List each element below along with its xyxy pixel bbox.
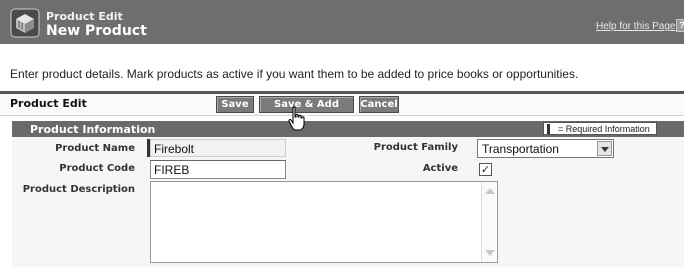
product-code-input[interactable]: FIREB — [150, 160, 286, 179]
scroll-up-icon[interactable] — [485, 188, 495, 194]
product-family-value: Transportation — [482, 142, 559, 156]
save-button[interactable]: Save — [216, 96, 254, 113]
dropdown-button[interactable] — [597, 141, 612, 156]
textarea-scrollbar[interactable] — [481, 182, 497, 262]
page-header: Product Edit New Product Help for this P… — [0, 0, 684, 44]
product-name-input[interactable]: Firebolt — [150, 139, 286, 157]
scroll-down-icon[interactable] — [485, 250, 495, 256]
cancel-button[interactable]: Cancel — [359, 96, 399, 113]
product-box-icon — [10, 8, 40, 38]
page-subtitle: Product Edit — [46, 10, 123, 23]
product-family-label: Product Family — [373, 142, 458, 153]
required-legend-text: = Required Information — [558, 124, 650, 134]
section-title: Product Information — [30, 123, 156, 136]
toolbar-section-label: Product Edit — [10, 97, 87, 110]
active-label: Active — [422, 163, 458, 174]
intro-text: Enter product details. Mark products as … — [10, 67, 579, 81]
required-marker — [547, 124, 550, 134]
required-legend: = Required Information — [543, 122, 657, 135]
page-title: New Product — [46, 23, 147, 39]
help-link[interactable]: Help for this Page — [596, 21, 676, 32]
active-checkbox[interactable]: ✓ — [479, 163, 492, 176]
product-description-textarea[interactable] — [150, 181, 498, 263]
product-family-select[interactable]: Transportation — [477, 139, 614, 158]
chevron-down-icon — [601, 147, 609, 152]
product-code-label: Product Code — [59, 163, 135, 174]
product-name-label: Product Name — [55, 143, 135, 154]
hand-pointer-cursor-icon — [288, 106, 305, 131]
help-icon[interactable]: ? — [676, 19, 684, 32]
product-description-label: Product Description — [22, 184, 135, 195]
